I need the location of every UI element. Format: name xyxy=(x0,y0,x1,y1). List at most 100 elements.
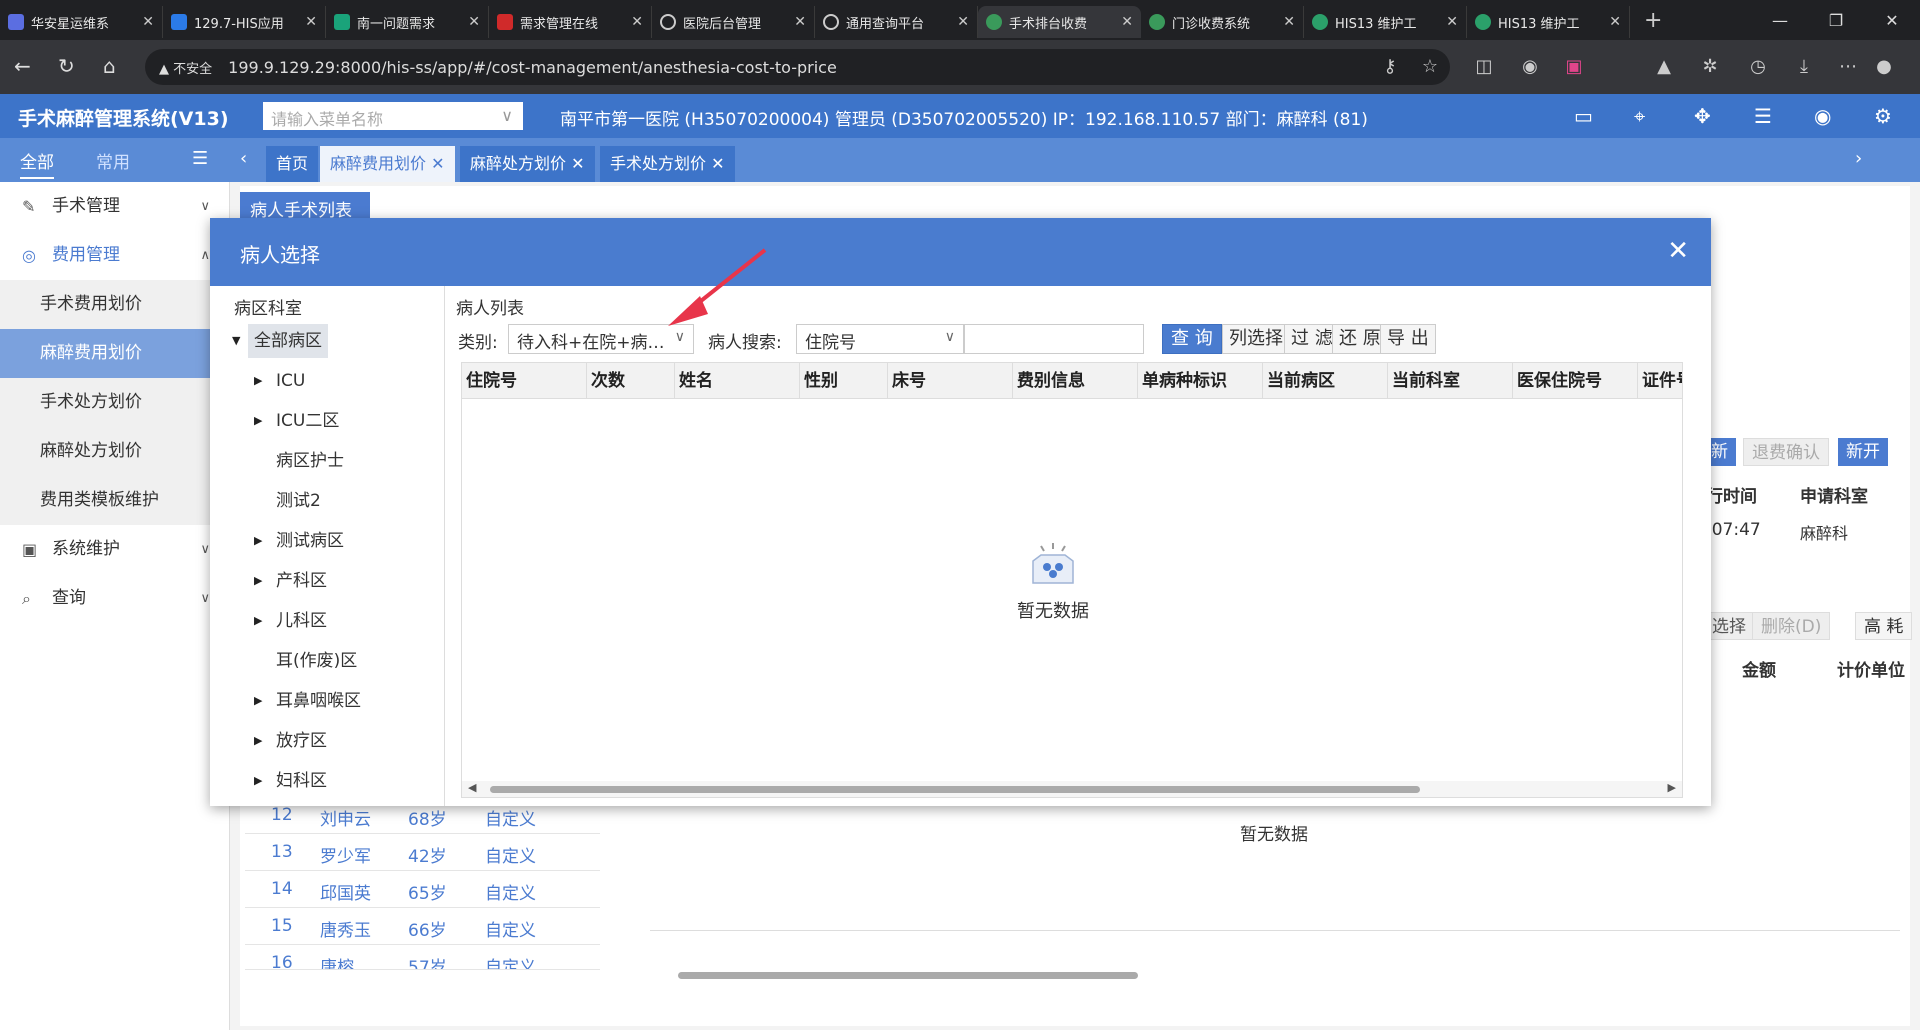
extension-icon[interactable]: ◫ xyxy=(1472,55,1496,79)
minimize-icon[interactable]: — xyxy=(1752,0,1808,40)
search-type-select[interactable]: 住院号 ∨ xyxy=(796,324,964,354)
col-header[interactable]: 性别 xyxy=(800,363,888,399)
history-icon[interactable]: ◷ xyxy=(1746,55,1770,79)
col-header[interactable]: 医保住院号 xyxy=(1513,363,1638,399)
close-icon[interactable]: ✕ xyxy=(1283,14,1295,30)
sidebar-item-surgery-cost[interactable]: 手术费用划价 xyxy=(0,280,230,329)
browser-tab[interactable]: 通用查询平台 ✕ xyxy=(815,6,978,38)
horizontal-scrollbar[interactable] xyxy=(660,968,1900,982)
patient-search-input[interactable] xyxy=(964,324,1144,354)
puzzle-icon[interactable]: ▲ xyxy=(1652,55,1676,79)
close-icon[interactable]: ✕ xyxy=(631,14,643,30)
refund-confirm-button[interactable]: 退费确认 xyxy=(1743,438,1829,466)
sidebar-item-surgery-prescription[interactable]: 手术处方划价 xyxy=(0,378,230,427)
close-icon[interactable]: ✕ xyxy=(1667,236,1689,266)
col-header[interactable]: 当前科室 xyxy=(1388,363,1513,399)
key-icon[interactable]: ⚷ xyxy=(1378,55,1402,79)
close-icon[interactable]: ✕ xyxy=(711,154,724,173)
table-row[interactable]: 13 罗少军 42岁 自定义 xyxy=(245,834,600,871)
close-icon[interactable]: ✕ xyxy=(305,14,317,30)
grid-horizontal-scrollbar[interactable]: ◀ ▶ xyxy=(462,781,1682,797)
browser-tab[interactable]: 医院后台管理 ✕ xyxy=(652,6,815,38)
col-header[interactable]: 单病种标识 xyxy=(1138,363,1263,399)
browser-tab[interactable]: HIS13 维护工 ✕ xyxy=(1304,6,1467,38)
close-icon[interactable]: ✕ xyxy=(431,154,444,173)
col-header[interactable]: 次数 xyxy=(587,363,675,399)
browser-tab[interactable]: 南一问题需求 ✕ xyxy=(326,6,489,38)
table-row[interactable]: 16 唐榕 57岁 自定义 xyxy=(245,945,600,970)
table-row[interactable]: 14 邱国英 65岁 自定义 xyxy=(245,871,600,908)
col-header[interactable]: 当前病区 xyxy=(1263,363,1388,399)
tab-all[interactable]: 全部 xyxy=(20,148,54,179)
close-icon[interactable]: ✕ xyxy=(1609,14,1621,30)
caret-right-icon[interactable]: ▶ xyxy=(254,764,262,798)
scroll-left-icon[interactable]: ◀ xyxy=(468,781,476,794)
col-header[interactable]: 证件号 xyxy=(1638,363,1682,399)
profile-extension-icon[interactable]: ◉ xyxy=(1518,55,1542,79)
col-header[interactable]: 姓名 xyxy=(675,363,800,399)
tab-common[interactable]: 常用 xyxy=(96,148,130,173)
scroll-thumb[interactable] xyxy=(490,786,1420,793)
caret-right-icon[interactable]: ▶ xyxy=(254,724,262,758)
export-button[interactable]: 导 出 xyxy=(1380,324,1436,354)
tab-scroll-right-icon[interactable]: › xyxy=(1855,148,1862,169)
caret-right-icon[interactable]: ▶ xyxy=(254,524,262,558)
browser-tab[interactable]: 需求管理在线 ✕ xyxy=(489,6,652,38)
col-header[interactable]: 住院号 xyxy=(462,363,587,399)
pin-icon[interactable]: ⌖ xyxy=(1634,104,1645,128)
home-icon[interactable]: ⌂ xyxy=(103,54,116,78)
high-consumable-button[interactable]: 高 耗 xyxy=(1855,612,1913,640)
caret-down-icon[interactable]: ▼ xyxy=(232,324,240,358)
reload-icon[interactable]: ↻ xyxy=(58,54,75,78)
close-icon[interactable]: ✕ xyxy=(571,154,584,173)
delete-button[interactable]: 删除(D) xyxy=(1752,612,1831,640)
puzzle-icon[interactable]: ✥ xyxy=(1694,104,1711,128)
column-select-button[interactable]: 列选择 xyxy=(1222,324,1290,354)
tab-anesthesia-cost[interactable]: 麻醉费用划价 ✕ xyxy=(320,146,455,182)
sidebar-item-surgery[interactable]: ✎ 手术管理 ∨ xyxy=(0,182,230,231)
star-icon[interactable]: ☆ xyxy=(1418,55,1442,79)
document-icon[interactable]: ☰ xyxy=(1754,104,1772,128)
category-select[interactable]: 待入科+在院+病… ∨ xyxy=(508,324,694,354)
gear-icon[interactable]: ⚙ xyxy=(1874,104,1892,128)
scroll-right-icon[interactable]: ▶ xyxy=(1668,781,1676,794)
browser-tab[interactable]: 129.7-HIS应用 ✕ xyxy=(163,6,326,38)
sidebar-item-anesthesia-cost[interactable]: 麻醉费用划价 xyxy=(0,329,230,378)
browser-tab[interactable]: HIS13 维护工 ✕ xyxy=(1467,6,1630,38)
caret-right-icon[interactable]: ▶ xyxy=(254,364,262,398)
caret-right-icon[interactable]: ▶ xyxy=(254,684,262,718)
tab-surgery-prescription[interactable]: 手术处方划价 ✕ xyxy=(600,146,735,182)
caret-right-icon[interactable]: ▶ xyxy=(254,404,262,438)
browser-tab-active[interactable]: 手术排台收费 ✕ xyxy=(978,6,1141,38)
browser-tab[interactable]: 华安星运维系 ✕ xyxy=(0,6,163,38)
back-icon[interactable]: ← xyxy=(14,54,31,78)
avatar[interactable]: ● xyxy=(1872,55,1896,79)
col-header[interactable]: 费别信息 xyxy=(1013,363,1138,399)
close-icon[interactable]: ✕ xyxy=(1121,14,1133,30)
close-icon[interactable]: ✕ xyxy=(468,14,480,30)
menu-search-input[interactable]: 请输入菜单名称 ∨ xyxy=(263,102,523,130)
tab-home[interactable]: 首页 xyxy=(266,146,319,182)
table-row[interactable]: 15 唐秀玉 66岁 自定义 xyxy=(245,908,600,945)
maximize-icon[interactable]: ❐ xyxy=(1808,0,1864,40)
close-icon[interactable]: ✕ xyxy=(794,14,806,30)
sidebar-item-query[interactable]: ⌕ 查询 ∨ xyxy=(0,574,230,623)
browser-tab[interactable]: 门诊收费系统 ✕ xyxy=(1141,6,1304,38)
sidebar-item-cost-template[interactable]: 费用类模板维护 xyxy=(0,476,230,525)
close-icon[interactable]: ✕ xyxy=(1446,14,1458,30)
col-header[interactable]: 床号 xyxy=(888,363,1013,399)
sidebar-item-system[interactable]: ▣ 系统维护 ∨ xyxy=(0,525,230,574)
eye-icon[interactable]: ◉ xyxy=(1814,104,1831,128)
tab-scroll-left-icon[interactable]: ‹ xyxy=(240,148,247,169)
sidebar-item-anesthesia-prescription[interactable]: 麻醉处方划价 xyxy=(0,427,230,476)
new-tab-icon[interactable]: + xyxy=(1630,8,1676,33)
extensions-icon[interactable]: ✲ xyxy=(1698,55,1722,79)
close-icon[interactable]: ✕ xyxy=(957,14,969,30)
caret-right-icon[interactable]: ▶ xyxy=(254,564,262,598)
screen-icon[interactable]: ▭ xyxy=(1574,104,1593,128)
download-icon[interactable]: ⤓ xyxy=(1792,55,1816,79)
close-icon[interactable]: ✕ xyxy=(142,14,154,30)
new-open-button[interactable]: 新开 xyxy=(1838,438,1888,466)
sidebar-item-cost[interactable]: ◎ 费用管理 ∧ xyxy=(0,231,230,280)
window-close-icon[interactable]: ✕ xyxy=(1864,0,1920,40)
